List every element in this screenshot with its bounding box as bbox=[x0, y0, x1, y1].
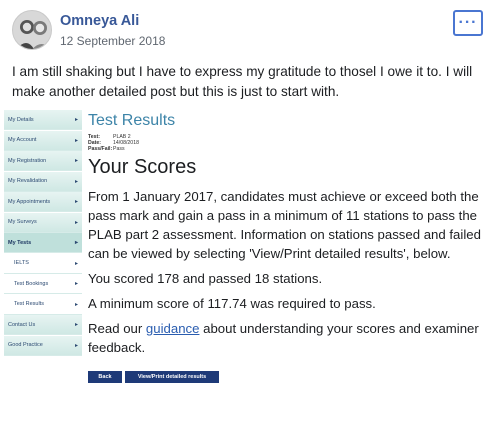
view-print-results-button[interactable]: View/Print detailed results bbox=[125, 371, 219, 383]
sidebar-item-ielts[interactable]: IELTS ▸ bbox=[4, 253, 82, 274]
results-panel: Test Results Test: PLAB 2 Date: 14/08/2018… bbox=[88, 112, 488, 383]
author-name[interactable]: Omneya Ali bbox=[60, 13, 139, 29]
chevron-right-icon: ▸ bbox=[74, 322, 78, 328]
chevron-right-icon: ▸ bbox=[74, 240, 78, 246]
attached-screenshot[interactable]: My Details ▸ My Account ▸ My Registration ▸… bbox=[0, 104, 495, 428]
chevron-right-icon: ▸ bbox=[74, 137, 78, 144]
back-button[interactable]: Back bbox=[88, 371, 122, 383]
chevron-right-icon: ▸ bbox=[74, 117, 78, 123]
sidebar-item-my-revalidation[interactable]: My Revalidation ▸ bbox=[4, 171, 82, 192]
scores-heading: Your Scores bbox=[88, 156, 197, 178]
score-line: You scored 178 and passed 18 stations. bbox=[88, 271, 323, 286]
chevron-right-icon: ▸ bbox=[74, 281, 78, 287]
guidance-link[interactable]: guidance bbox=[146, 321, 200, 336]
sidebar-item-my-tests[interactable]: My Tests ▸ bbox=[4, 233, 82, 253]
action-buttons: Back View/Print detailed results bbox=[88, 371, 488, 383]
meta-pass-key: Pass/Fail: bbox=[88, 146, 113, 152]
meta-pass-value: Pass bbox=[113, 146, 125, 152]
post-header: Omneya Ali 12 September 2018 ··· bbox=[12, 10, 483, 54]
guidance-line: Read our guidance about understanding yo… bbox=[88, 321, 479, 355]
ellipsis-icon: ··· bbox=[458, 14, 478, 31]
chevron-right-icon: ▸ bbox=[74, 260, 78, 267]
post-text: I am still shaking but I have to express… bbox=[12, 64, 473, 99]
test-meta: Test: PLAB 2 Date: 14/08/2018 Pass/Fail: Pa… bbox=[88, 134, 488, 152]
sidebar-item-my-surveys[interactable]: My Surveys ▸ bbox=[4, 212, 82, 233]
sidebar-item-my-appointments[interactable]: My Appointments ▸ bbox=[4, 192, 82, 212]
sidebar-item-my-account[interactable]: My Account ▸ bbox=[4, 130, 82, 151]
chevron-right-icon: ▸ bbox=[74, 178, 78, 185]
more-options-button[interactable]: ··· bbox=[453, 10, 483, 36]
page-title: Test Results bbox=[88, 112, 176, 129]
sidebar-item-my-registration[interactable]: My Registration ▸ bbox=[4, 151, 82, 171]
minimum-score-line: A minimum score of 117.74 was required t… bbox=[88, 296, 376, 311]
sidebar-menu: My Details ▸ My Account ▸ My Registration ▸… bbox=[4, 110, 82, 356]
sidebar-item-test-bookings[interactable]: Test Bookings ▸ bbox=[4, 274, 82, 294]
post-date[interactable]: 12 September 2018 bbox=[60, 34, 165, 48]
sidebar-item-contact-us[interactable]: Contact Us ▸ bbox=[4, 315, 82, 335]
chevron-right-icon: ▸ bbox=[74, 158, 78, 164]
chevron-right-icon: ▸ bbox=[74, 219, 78, 226]
sidebar-item-test-results[interactable]: Test Results ▸ bbox=[4, 294, 82, 315]
sidebar-item-good-practice[interactable]: Good Practice ▸ bbox=[4, 335, 82, 356]
avatar[interactable] bbox=[12, 10, 52, 50]
chevron-right-icon: ▸ bbox=[74, 301, 78, 308]
chevron-right-icon: ▸ bbox=[74, 199, 78, 205]
sidebar-item-my-details[interactable]: My Details ▸ bbox=[4, 110, 82, 130]
chevron-right-icon: ▸ bbox=[74, 342, 78, 349]
rules-paragraph: From 1 January 2017, candidates must ach… bbox=[88, 189, 481, 261]
